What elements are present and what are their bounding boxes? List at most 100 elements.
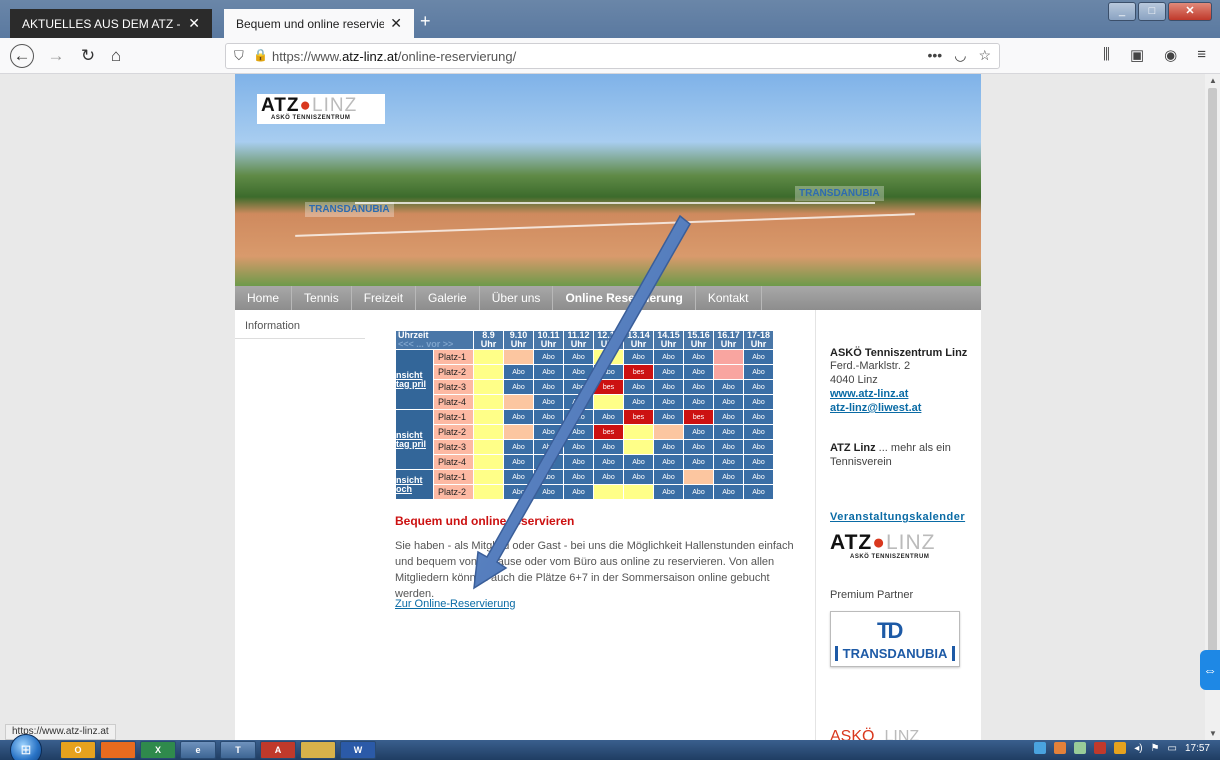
slot-reserved[interactable]: [683, 469, 714, 485]
teamviewer-icon[interactable]: ⇔: [1200, 650, 1220, 690]
slot-free[interactable]: [473, 379, 504, 395]
taskbar-acrobat-icon[interactable]: A: [260, 741, 296, 759]
slot-booked[interactable]: bes: [623, 409, 654, 425]
slot-abo[interactable]: Abo: [653, 409, 684, 425]
flag-icon[interactable]: ⚑: [1151, 743, 1160, 754]
email-link[interactable]: atz-linz@liwest.at: [830, 401, 981, 415]
sidebar-icon[interactable]: ▣: [1130, 46, 1144, 64]
slot-abo[interactable]: Abo: [563, 439, 594, 455]
home-icon[interactable]: ⌂: [104, 44, 128, 68]
taskbar-excel-icon[interactable]: X: [140, 741, 176, 759]
slot-abo[interactable]: Abo: [743, 394, 774, 410]
slot-abo[interactable]: Abo: [563, 349, 594, 365]
scroll-thumb[interactable]: [1208, 88, 1217, 668]
slot-free[interactable]: [623, 439, 654, 455]
slot-abo[interactable]: Abo: [593, 454, 624, 470]
slot-abo[interactable]: Abo: [563, 394, 594, 410]
url-text[interactable]: https://www.atz-linz.at/online-reservier…: [272, 49, 516, 64]
slot-free[interactable]: [623, 484, 654, 500]
slot-abo[interactable]: Abo: [533, 364, 564, 380]
slot-abo[interactable]: Abo: [683, 484, 714, 500]
start-button[interactable]: ⊞: [10, 734, 42, 760]
slot-abo[interactable]: Abo: [713, 484, 744, 500]
slot-free[interactable]: [473, 424, 504, 440]
back-arrow-icon[interactable]: ←: [10, 44, 34, 68]
online-reservation-link[interactable]: Zur Online-Reservierung: [395, 598, 515, 610]
tab-online-reservieren[interactable]: Bequem und online reservieren ✕: [224, 9, 414, 38]
vertical-scrollbar[interactable]: ▲ ▼: [1205, 74, 1220, 740]
slot-reserved[interactable]: [713, 364, 744, 380]
tray-outlook-icon[interactable]: [1114, 742, 1127, 754]
slot-abo[interactable]: Abo: [713, 409, 744, 425]
slot-abo[interactable]: Abo: [563, 484, 594, 500]
slot-free[interactable]: [623, 424, 654, 440]
day-link[interactable]: nsicht tag pril: [395, 409, 434, 470]
slot-abo[interactable]: Abo: [743, 364, 774, 380]
slot-abo[interactable]: Abo: [743, 484, 774, 500]
bookmark-star-icon[interactable]: ☆: [978, 47, 991, 64]
slot-abo[interactable]: Abo: [683, 454, 714, 470]
slot-booked[interactable]: bes: [593, 424, 624, 440]
minimize-button[interactable]: _: [1108, 2, 1136, 21]
slot-abo[interactable]: Abo: [533, 349, 564, 365]
slot-abo[interactable]: Abo: [683, 364, 714, 380]
menu-home[interactable]: Home: [235, 286, 293, 310]
slot-free[interactable]: [473, 394, 504, 410]
reload-icon[interactable]: ↻: [76, 44, 100, 68]
scroll-down-icon[interactable]: ▼: [1209, 729, 1217, 738]
scroll-up-icon[interactable]: ▲: [1209, 76, 1217, 85]
slot-abo[interactable]: Abo: [623, 469, 654, 485]
slot-reserved[interactable]: [503, 424, 534, 440]
slot-abo[interactable]: Abo: [503, 364, 534, 380]
website-link[interactable]: www.atz-linz.at: [830, 387, 981, 401]
slot-abo[interactable]: Abo: [743, 349, 774, 365]
slot-abo[interactable]: Abo: [653, 439, 684, 455]
slot-abo[interactable]: Abo: [653, 394, 684, 410]
taskbar-explorer-icon[interactable]: [300, 741, 336, 759]
new-tab-button[interactable]: +: [420, 11, 431, 32]
slot-abo[interactable]: Abo: [533, 424, 564, 440]
close-icon[interactable]: ✕: [390, 15, 402, 32]
menu-freizeit[interactable]: Freizeit: [352, 286, 417, 310]
slot-abo[interactable]: Abo: [593, 364, 624, 380]
account-icon[interactable]: ◉: [1164, 46, 1177, 64]
slot-abo[interactable]: Abo: [623, 379, 654, 395]
slot-abo[interactable]: Abo: [713, 469, 744, 485]
slot-free[interactable]: [473, 364, 504, 380]
lock-icon[interactable]: 🔒: [253, 48, 268, 62]
event-calendar-link[interactable]: Veranstaltungskalender: [830, 511, 981, 523]
slot-free[interactable]: [473, 484, 504, 500]
slot-reserved[interactable]: [713, 349, 744, 365]
slot-abo[interactable]: Abo: [713, 424, 744, 440]
slot-abo[interactable]: Abo: [683, 439, 714, 455]
slot-abo[interactable]: Abo: [563, 379, 594, 395]
slot-free[interactable]: [473, 409, 504, 425]
day-link[interactable]: nsicht och: [395, 469, 434, 500]
slot-abo[interactable]: Abo: [743, 439, 774, 455]
slot-abo[interactable]: Abo: [533, 379, 564, 395]
slot-abo[interactable]: Abo: [533, 394, 564, 410]
maximize-button[interactable]: □: [1138, 2, 1166, 21]
slot-booked[interactable]: bes: [593, 379, 624, 395]
volume-icon[interactable]: ◂): [1134, 743, 1142, 754]
tray-acrobat-icon[interactable]: [1094, 742, 1107, 754]
slot-abo[interactable]: Abo: [743, 424, 774, 440]
slot-abo[interactable]: Abo: [563, 469, 594, 485]
slot-abo[interactable]: Abo: [653, 454, 684, 470]
slot-abo[interactable]: Abo: [653, 469, 684, 485]
slot-abo[interactable]: Abo: [563, 364, 594, 380]
tab-aktuelles[interactable]: AKTUELLES AUS DEM ATZ - at ✕: [10, 9, 212, 38]
forward-arrow-icon[interactable]: →: [44, 44, 68, 68]
library-icon[interactable]: ⫼: [1103, 46, 1110, 64]
shield-icon[interactable]: ⛉: [234, 48, 244, 64]
monitor-icon[interactable]: ▭: [1168, 743, 1177, 754]
slot-abo[interactable]: Abo: [683, 379, 714, 395]
slot-abo[interactable]: Abo: [623, 394, 654, 410]
slot-abo[interactable]: Abo: [743, 469, 774, 485]
slot-abo[interactable]: Abo: [593, 439, 624, 455]
page-actions-icon[interactable]: •••: [928, 47, 943, 64]
tray-app-icon[interactable]: [1074, 742, 1087, 754]
slot-abo[interactable]: Abo: [623, 349, 654, 365]
slot-booked[interactable]: bes: [683, 409, 714, 425]
slot-abo[interactable]: Abo: [653, 379, 684, 395]
